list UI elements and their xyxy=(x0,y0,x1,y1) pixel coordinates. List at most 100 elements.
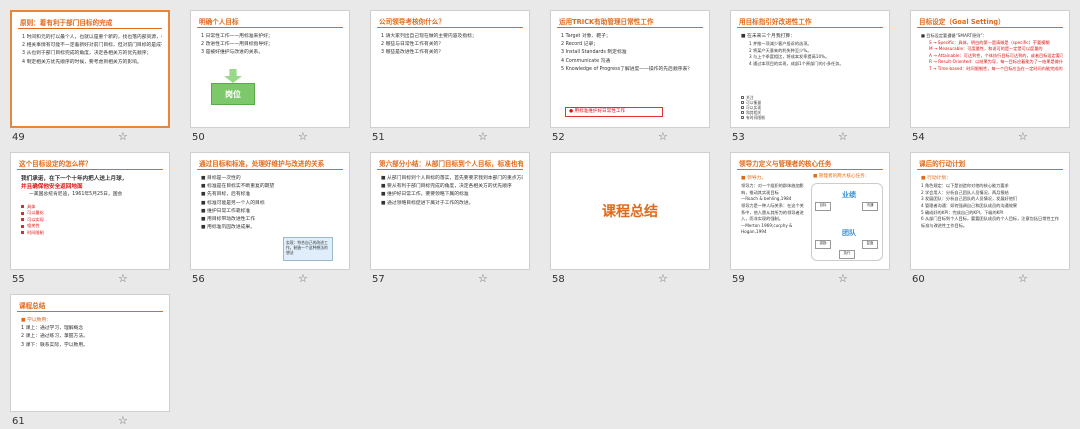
title-underline xyxy=(377,27,523,28)
down-arrow-shape xyxy=(224,69,242,83)
slide-number: 58 xyxy=(552,274,565,285)
slide-line: ■ 用目标带动改进性工作 xyxy=(201,217,256,223)
slide-line: M → Measurable：可度量性，和说可的是一定是可以度量的 xyxy=(929,46,1043,52)
slide-line: 3 课下：联系实际，学以致用。 xyxy=(21,342,88,348)
slide-line: ■ 行动计划： xyxy=(921,176,952,181)
star-icon[interactable]: ☆ xyxy=(1018,130,1028,143)
cycle-label: 团队 xyxy=(842,229,856,237)
checkbox-icon xyxy=(741,116,744,119)
slide-number: 56 xyxy=(192,274,205,285)
slide-sorter: 原则：着有利于部门目标的完成 1 时间和元的打以最个人，也就以是重个新的，找也落… xyxy=(0,0,1080,429)
slide-line: R → Result-Oriented：以结果为导，每一目标应着能为了一结果是做… xyxy=(929,59,1063,65)
slide-number: 49 xyxy=(12,132,25,143)
cycle-node: 激励 xyxy=(815,240,831,249)
slide-line: 3 Install Standards 制定标准 xyxy=(561,50,627,56)
slide-line: 3 与上个季度相比，将成本发率提高10%。 xyxy=(749,54,830,60)
star-icon[interactable]: ☆ xyxy=(298,272,308,285)
checkbox-icon xyxy=(21,205,24,209)
slide-line: 3 哪些是改进性工作有关的？ xyxy=(381,50,444,56)
cycle-node: 沟通 xyxy=(862,202,878,211)
star-icon[interactable]: ☆ xyxy=(1018,272,1028,285)
slide-60-preview[interactable]: 课后的行动计划 ■ 行动计划： 1 角色规定：以下是创造你对他的核心能力要求 2… xyxy=(910,152,1070,270)
slide-line: ■ 目标是一次性的 xyxy=(201,176,241,181)
slide-line: 2 Record 记录； xyxy=(561,42,599,48)
slide-line: 2 哪些与日常性工作有关的？ xyxy=(381,42,444,48)
slide-title: 目标设定（Goal Setting） xyxy=(919,18,1005,26)
title-underline xyxy=(377,169,523,170)
slide-line: ■ 维护日常工作靠标准 xyxy=(201,208,251,214)
title-underline xyxy=(917,169,1063,170)
slide-52-preview[interactable]: 运用TRICK有助管理日常性工作 1 Target 对象、靶子； 2 Recor… xyxy=(550,10,710,128)
slide-line: A → Attainable：可达到性，个体执行目标可达到的，或者目标设定要可以… xyxy=(929,52,1063,58)
slide-58-preview[interactable]: 课程总结 xyxy=(550,152,710,270)
slide-50-preview[interactable]: 明确个人目标 1 日常性工作——用标准来护好； 2 改进性工作——用目标指导好；… xyxy=(190,10,350,128)
criteria-label: 具体 xyxy=(27,203,36,209)
standard-maintenance-box: ● 用标准维护好日常性工作 xyxy=(565,107,663,117)
slide-56-preview[interactable]: 通过目标和标准，处理好维护与改进的关系 ■ 目标是一次性的 ■ 标准是在目标实不… xyxy=(190,152,350,270)
title-underline xyxy=(17,311,163,312)
slide-line: ■ 通过领略目标促进下属对于工作的改进。 xyxy=(381,200,474,206)
slide-line: 2 学会用人：分析自己团队人员情况，两月报结 xyxy=(921,189,1009,195)
criteria-label: 可以量化 xyxy=(27,210,44,216)
section-title: 课程总结 xyxy=(602,204,658,220)
star-icon[interactable]: ☆ xyxy=(838,272,848,285)
slide-title: 原则：着有利于部门目标的完成 xyxy=(20,19,113,27)
slide-53-preview[interactable]: 用目标指引好改进性工作 ■ 在未来三个月我打算： 1 并推一项减少客户投诉的选项… xyxy=(730,10,890,128)
slide-line: 3 从也到于部门目标完成的角度，决定各相关方的优先顺序； xyxy=(22,51,152,57)
slide-number: 50 xyxy=(192,132,205,143)
slide-title: 通过目标和标准，处理好维护与改进的关系 xyxy=(199,160,325,168)
checkbox-icon xyxy=(741,96,744,99)
slide-57-preview[interactable]: 第六部分小结：从部门目标到个人目标，标准也有与改进 ■ 从部门目标到个人目标的落… xyxy=(370,152,530,270)
slide-line: 1 并推一项减少客户投诉的选项。 xyxy=(749,41,812,47)
star-icon[interactable]: ☆ xyxy=(838,130,848,143)
position-badge: 岗位 xyxy=(211,83,255,105)
slide-line: 3 发展团队：分析自己团队的人员情况，发展好他们 xyxy=(921,196,1018,202)
checkbox-icon xyxy=(21,211,24,215)
star-icon[interactable]: ☆ xyxy=(478,272,488,285)
slide-number: 59 xyxy=(732,274,745,285)
slide-line: ■ 领导力。 xyxy=(741,176,767,181)
star-icon[interactable]: ☆ xyxy=(118,414,128,427)
star-icon[interactable]: ☆ xyxy=(478,130,488,143)
performance-team-cycle: 业绩 团队 目标 沟通 激励 复盘 执行 xyxy=(811,183,883,261)
slide-line: ■ 学以致用： xyxy=(21,318,52,323)
star-icon[interactable]: ☆ xyxy=(658,272,668,285)
slide-line: 4 通过本项目的实现，成部1个原部门的小多任务。 xyxy=(749,60,844,66)
title-underline xyxy=(917,27,1063,28)
slide-title: 第六部分小结：从部门目标到个人目标，标准也有与改进 xyxy=(379,160,523,168)
slide-54-preview[interactable]: 目标设定（Goal Setting） ■ 目标设定要遵循“SMART原则”： S… xyxy=(910,10,1070,128)
slide-number: 60 xyxy=(912,274,925,285)
cycle-label: 业绩 xyxy=(842,191,856,199)
slide-title: 公司领导考核你什么？ xyxy=(379,18,445,26)
title-underline xyxy=(737,27,883,28)
slide-title: 用目标指引好改进性工作 xyxy=(739,18,812,26)
slide-line: 1 时间和元的打以最个人，也就以是重个新的，找也落内部资源，也打以也落外部资源； xyxy=(22,35,162,40)
slide-line: 4 制定相关方优先顺序的时候，要考虑到相关方的影响。 xyxy=(22,59,142,65)
slide-51-preview[interactable]: 公司领导考核你什么？ 1 请大家列出自己现在做的主要内容及指标； 2 哪些与日常… xyxy=(370,10,530,128)
slide-line: 3 是被好维护与改进的关系。 xyxy=(201,50,264,56)
cycle-node: 执行 xyxy=(839,250,855,259)
cycle-node: 复盘 xyxy=(862,240,878,249)
star-icon[interactable]: ☆ xyxy=(298,130,308,143)
checkbox-icon xyxy=(741,106,744,109)
title-underline xyxy=(197,169,343,170)
slide-49-preview[interactable]: 原则：着有利于部门目标的完成 1 时间和元的打以最个人，也就以是重个新的，找也落… xyxy=(10,10,170,128)
slide-title: 运用TRICK有助管理日常性工作 xyxy=(559,18,654,26)
star-icon[interactable]: ☆ xyxy=(118,272,128,285)
title-underline xyxy=(737,169,883,170)
box-label: 用标准维护好日常性工作 xyxy=(574,109,626,114)
star-icon[interactable]: ☆ xyxy=(658,130,668,143)
slide-line: 2 课上：通过练习，掌握方法。 xyxy=(21,334,88,340)
title-underline xyxy=(17,169,163,170)
slide-61-preview[interactable]: 课程总结 ■ 学以致用： 1 课上：通过学习，理解概念 2 课上：通过练习，掌握… xyxy=(10,294,170,412)
slide-line: ■ 标准可能是另一个人的目标 xyxy=(201,200,265,206)
slide-55-preview[interactable]: 这个目标设定的怎么样？ 我们承诺，在下一个十年内把人送上月球， 并且确保他安全返… xyxy=(10,152,170,270)
slide-line: S → Specific：具体，明白的第一是清晰是（specific）不要模糊 xyxy=(929,39,1050,45)
star-icon[interactable]: ☆ xyxy=(118,130,128,143)
check-label: 有时间限制 xyxy=(746,115,765,120)
cycle-node: 目标 xyxy=(815,202,831,211)
criteria-label: 时间限制 xyxy=(27,229,44,235)
criteria-label: 相关性 xyxy=(27,223,40,229)
slide-line: —Merton 1969;curphy & Hogan,1994 xyxy=(741,222,793,235)
slide-59-preview[interactable]: 领导力定义与管理者的核心任务 ■ 领导力。 领导力：对一个组织的群体施加影响，推… xyxy=(730,152,890,270)
